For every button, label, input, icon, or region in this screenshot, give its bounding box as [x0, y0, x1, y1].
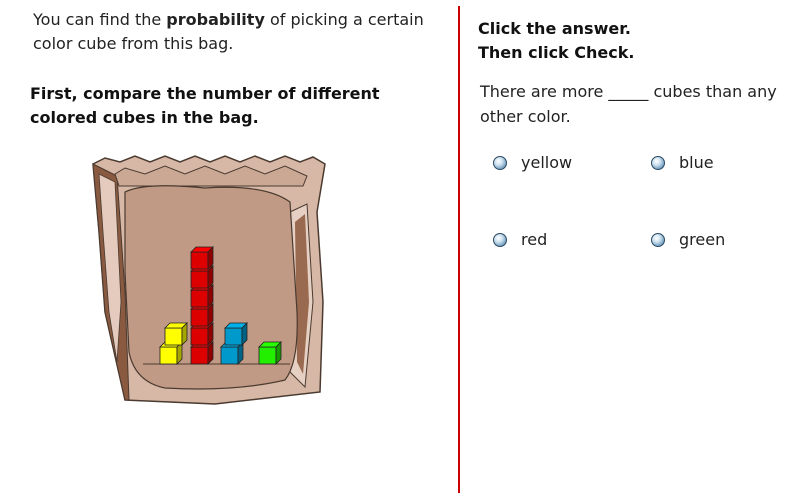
radio-button-icon[interactable]: [651, 232, 665, 247]
answer-instructions: Click the answer. Then click Check.: [478, 17, 634, 65]
option-green[interactable]: green: [651, 230, 725, 249]
radio-button-icon[interactable]: [493, 155, 507, 170]
green-cube: [258, 341, 282, 365]
option-yellow[interactable]: yellow: [493, 153, 572, 172]
option-label[interactable]: green: [679, 230, 725, 249]
intro-text: You can find the probability of picking …: [33, 8, 433, 56]
compare-instruction: First, compare the number of different c…: [30, 84, 380, 127]
radio-button-icon[interactable]: [651, 155, 665, 170]
vertical-divider: [458, 6, 460, 493]
option-label[interactable]: red: [521, 230, 547, 249]
question-text: There are more _____ cubes than any othe…: [480, 82, 777, 126]
option-label[interactable]: yellow: [521, 153, 572, 172]
radio-button-icon[interactable]: [493, 232, 507, 247]
intro-text-start: You can find the: [33, 10, 167, 29]
option-blue[interactable]: blue: [651, 153, 714, 172]
paper-bag-illustration: [92, 155, 326, 405]
yellow-cube: [164, 322, 188, 346]
intro-keyword: probability: [166, 10, 265, 29]
blue-cube: [224, 322, 248, 346]
option-red[interactable]: red: [493, 230, 547, 249]
instruction-line-1: Click the answer.: [478, 19, 631, 38]
red-cube: [190, 246, 214, 270]
option-label[interactable]: blue: [679, 153, 714, 172]
instruction-line-2: Then click Check.: [478, 43, 635, 62]
